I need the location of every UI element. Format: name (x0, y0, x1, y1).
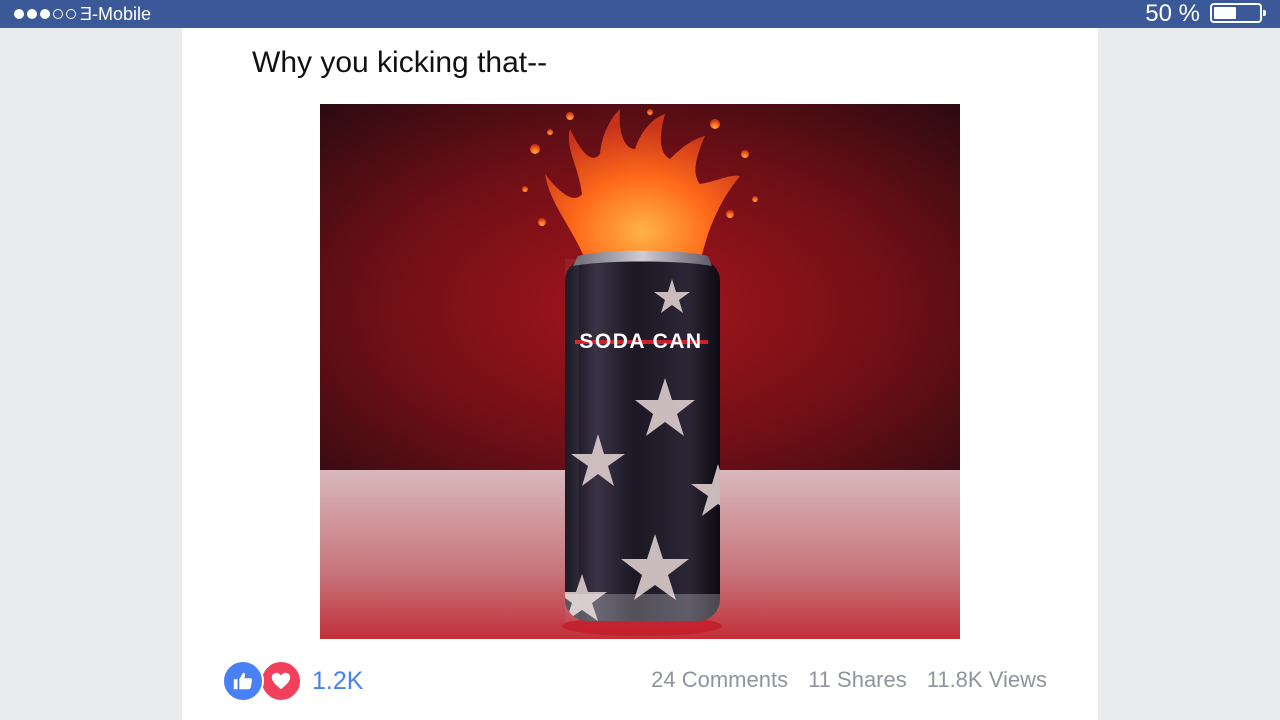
video-frame: SODA CAN (320, 104, 960, 639)
post-card: Why you kicking that-- SODA CAN 1.2K 24 … (182, 28, 1098, 720)
battery-nub (1263, 10, 1266, 16)
reactions-summary[interactable]: 1.2K (222, 660, 364, 702)
like-icon (222, 660, 264, 702)
signal-strength: Ǝ-Mobile (14, 5, 151, 23)
signal-dot (53, 9, 63, 19)
comments-count-link[interactable]: 24 Comments (651, 667, 788, 693)
carrier-name: Ǝ-Mobile (80, 4, 152, 24)
battery-icon (1210, 3, 1266, 23)
post-text: Why you kicking that-- (252, 46, 548, 79)
battery-percentage: 50 % (1145, 0, 1200, 27)
soda-can: SODA CAN (565, 250, 720, 621)
signal-dot (66, 9, 76, 19)
reaction-count: 1.2K (312, 666, 364, 695)
views-count: 11.8K Views (926, 667, 1047, 692)
shares-count-link[interactable]: 11 Shares (808, 667, 907, 693)
signal-dot (14, 9, 24, 19)
signal-dot (27, 9, 37, 19)
post-stats: 24 Comments 11 Shares 11.8K Views (651, 667, 1047, 693)
love-icon (260, 660, 302, 702)
can-label: SODA CAN (579, 330, 702, 353)
battery-fill (1214, 7, 1236, 19)
signal-dot (40, 9, 50, 19)
post-video[interactable]: SODA CAN (320, 104, 960, 639)
status-bar: Ǝ-Mobile 50 % (0, 0, 1280, 28)
